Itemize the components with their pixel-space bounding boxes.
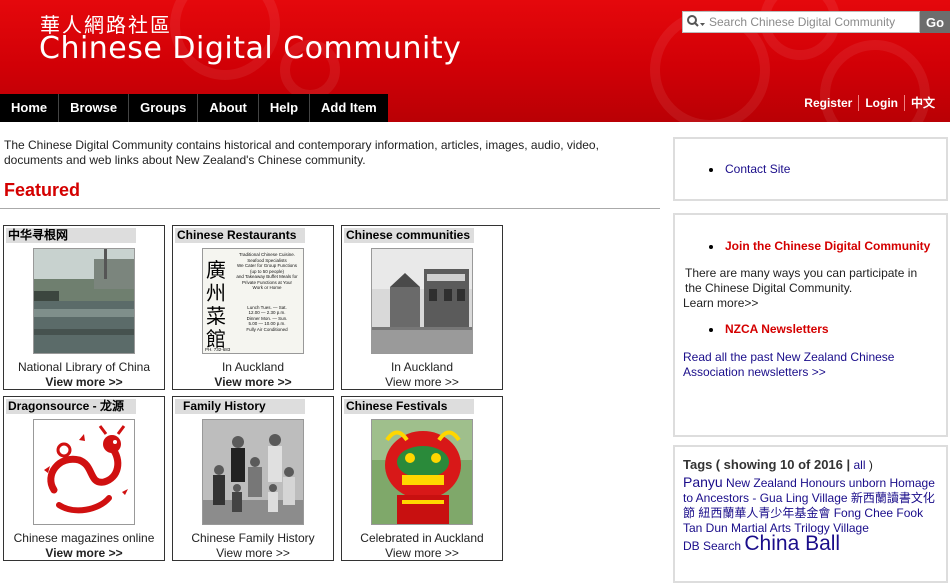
featured-heading: Featured xyxy=(4,180,81,200)
featured-card[interactable]: Dragonsource - 龙源 Chinese magazines onli… xyxy=(3,396,165,561)
bullet xyxy=(709,245,713,249)
card-caption: Celebrated in Auckland xyxy=(360,531,484,545)
featured-card[interactable]: Chinese Restaurants 廣 州 菜 館 Traditional … xyxy=(172,225,334,390)
join-box: Join the Chinese Digital Community There… xyxy=(673,213,948,437)
nav-about[interactable]: About xyxy=(198,94,259,122)
learn-more-link[interactable]: Learn more>> xyxy=(683,296,758,311)
tag-link[interactable]: unborn xyxy=(849,476,886,490)
featured-card[interactable]: 中华寻根网 National Library of China View mor… xyxy=(3,225,165,390)
bullet xyxy=(709,328,713,332)
lion-dance-photo[interactable] xyxy=(371,419,473,525)
tag-cloud: Panyu New Zealand Honours unborn Homage … xyxy=(683,474,941,555)
ad-text: Traditional Chinese Cuisine. Seafood Spe… xyxy=(231,252,303,332)
tags-header: Tags ( showing 10 of 2016 | all ) xyxy=(683,457,873,472)
ad-char: 廣 xyxy=(206,258,226,282)
join-item: Join the Chinese Digital Community xyxy=(675,239,946,253)
user-links: Register Login 中文 xyxy=(798,95,941,111)
join-link[interactable]: Join the Chinese Digital Community xyxy=(725,239,930,253)
search-input[interactable] xyxy=(709,12,914,32)
search-icon[interactable] xyxy=(683,12,709,32)
tag-link[interactable]: 紐西蘭華人青少年基金會 xyxy=(698,506,830,520)
bullet xyxy=(709,168,713,172)
restaurant-ad[interactable]: 廣 州 菜 館 Traditional Chinese Cuisine. Sea… xyxy=(202,248,304,354)
tag-link[interactable]: DB Search xyxy=(683,539,741,553)
register-link[interactable]: Register xyxy=(798,95,858,111)
card-title: Chinese Festivals xyxy=(344,399,474,414)
nav-browse[interactable]: Browse xyxy=(59,94,130,122)
search-go-button[interactable]: Go xyxy=(920,11,950,33)
ad-line: and Takeaway Buffet Meals for xyxy=(236,274,298,279)
search-box xyxy=(682,11,920,33)
ad-left-chars: 廣 州 菜 館 xyxy=(206,259,226,351)
login-link[interactable]: Login xyxy=(858,95,904,111)
card-title: Chinese communities xyxy=(344,228,474,243)
chinese-language-link[interactable]: 中文 xyxy=(903,95,941,111)
tag-link[interactable]: China Ball xyxy=(744,532,840,555)
contact-item: Contact Site xyxy=(675,162,946,176)
ad-phone: PH. 732-683 xyxy=(205,347,231,352)
site-header: 華人網路社區 Chinese Digital Community Go Home… xyxy=(0,0,950,122)
tags-all-link[interactable]: all xyxy=(853,458,865,472)
featured-card[interactable]: Chinese Festivals Celebrated in Auckland… xyxy=(341,396,503,561)
site-logo-title[interactable]: Chinese Digital Community xyxy=(39,31,461,66)
ad-char: 州 xyxy=(206,281,226,305)
newsletters-item: NZCA Newsletters xyxy=(675,322,829,336)
family-photo[interactable] xyxy=(202,419,304,525)
view-more-link[interactable]: View more >> xyxy=(173,375,333,389)
tag-link[interactable]: New Zealand Honours xyxy=(726,476,845,490)
card-caption: Chinese Family History xyxy=(191,531,315,545)
card-caption: In Auckland xyxy=(221,360,285,374)
featured-card[interactable]: Family History Chinese Family History Vi… xyxy=(172,396,334,561)
contact-box: Contact Site xyxy=(673,137,948,201)
nav-groups[interactable]: Groups xyxy=(129,94,199,122)
card-title: Dragonsource - 龙源 xyxy=(6,399,136,414)
card-caption: Chinese magazines online xyxy=(13,531,155,545)
tag-link[interactable]: Village xyxy=(812,491,848,505)
ad-line: Fully Air Conditioned xyxy=(246,326,288,332)
newsletters-desc-link[interactable]: Read all the past New Zealand Chinese As… xyxy=(683,350,923,380)
view-more-link[interactable]: View more >> xyxy=(342,375,502,389)
nav-home[interactable]: Home xyxy=(0,94,60,122)
tags-close: ) xyxy=(868,458,873,472)
tag-link[interactable]: Tan Dun xyxy=(683,521,728,535)
intro-text: The Chinese Digital Community contains h… xyxy=(4,138,599,167)
card-caption: National Library of China xyxy=(17,360,151,374)
newsletters-link[interactable]: NZCA Newsletters xyxy=(725,322,829,336)
tag-link[interactable]: Fong Chee Fook xyxy=(834,506,923,520)
nav-add-item[interactable]: Add Item xyxy=(310,94,388,122)
view-more-link[interactable]: View more >> xyxy=(342,546,502,560)
view-more-link[interactable]: View more >> xyxy=(4,375,164,389)
contact-site-link[interactable]: Contact Site xyxy=(725,162,790,176)
ad-line: Traditional Chinese Cuisine. xyxy=(238,252,296,257)
view-more-link[interactable]: View more >> xyxy=(4,546,164,560)
divider xyxy=(0,208,660,209)
card-title: Family History xyxy=(175,399,305,414)
street-photo[interactable] xyxy=(371,248,473,354)
card-title: Chinese Restaurants xyxy=(175,228,305,243)
ad-char: 菜 xyxy=(206,304,226,328)
tags-box: Tags ( showing 10 of 2016 | all ) Panyu … xyxy=(673,445,948,583)
view-more-link[interactable]: View more >> xyxy=(173,546,333,560)
river-photo[interactable] xyxy=(33,248,135,354)
tag-link[interactable]: Panyu xyxy=(683,474,723,490)
main-nav: Home Browse Groups About Help Add Item xyxy=(0,94,388,122)
tags-count: ( showing 10 of 2016 | xyxy=(715,457,851,472)
participate-text: There are many ways you can participate … xyxy=(685,266,918,295)
dragon-logo[interactable] xyxy=(33,419,135,525)
card-title: 中华寻根网 xyxy=(6,228,136,243)
featured-card[interactable]: Chinese communities In Auckland View mor… xyxy=(341,225,503,390)
nav-help[interactable]: Help xyxy=(259,94,311,122)
card-caption: In Auckland xyxy=(390,360,454,374)
tags-title: Tags xyxy=(683,457,713,472)
ad-line: We Cater for Group Functions xyxy=(237,263,297,268)
